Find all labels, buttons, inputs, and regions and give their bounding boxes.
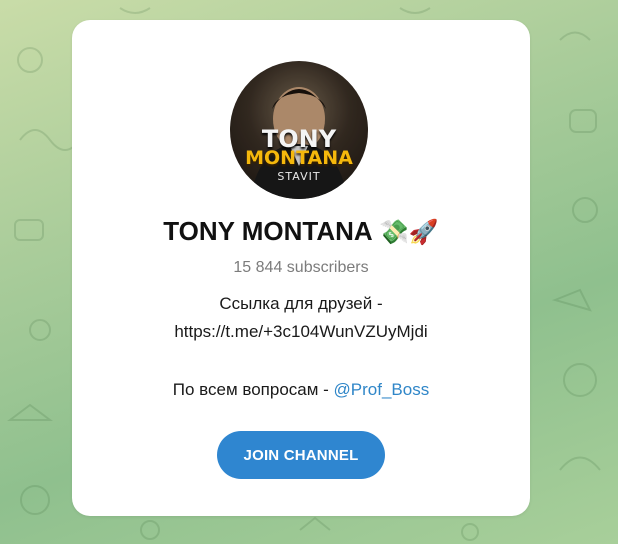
channel-preview-card: TONY MONTANA STAVIT TONY MONTANA 💸🚀 15 8…	[72, 20, 530, 516]
channel-name: TONY MONTANA	[163, 216, 372, 246]
contact-mention-link[interactable]: @Prof_Boss	[334, 380, 430, 399]
money-rocket-emoji-icon: 💸🚀	[378, 218, 439, 246]
description-line-1: Ссылка для друзей -	[219, 294, 383, 313]
avatar-text-stavit: STAVIT	[277, 170, 321, 183]
subscriber-count: 15 844 subscribers	[233, 259, 369, 276]
avatar-text-montana: MONTANA	[245, 147, 353, 169]
channel-avatar: TONY MONTANA STAVIT	[230, 61, 368, 199]
description-contact-line: По всем вопросам - @Prof_Boss	[72, 380, 530, 400]
join-channel-button[interactable]: JOIN CHANNEL	[217, 431, 385, 479]
description-invite-link: https://t.me/+3c104WunVZUyMjdi	[174, 322, 428, 341]
channel-title: TONY MONTANA 💸🚀	[72, 216, 530, 247]
contact-prefix: По всем вопросам -	[172, 380, 334, 399]
